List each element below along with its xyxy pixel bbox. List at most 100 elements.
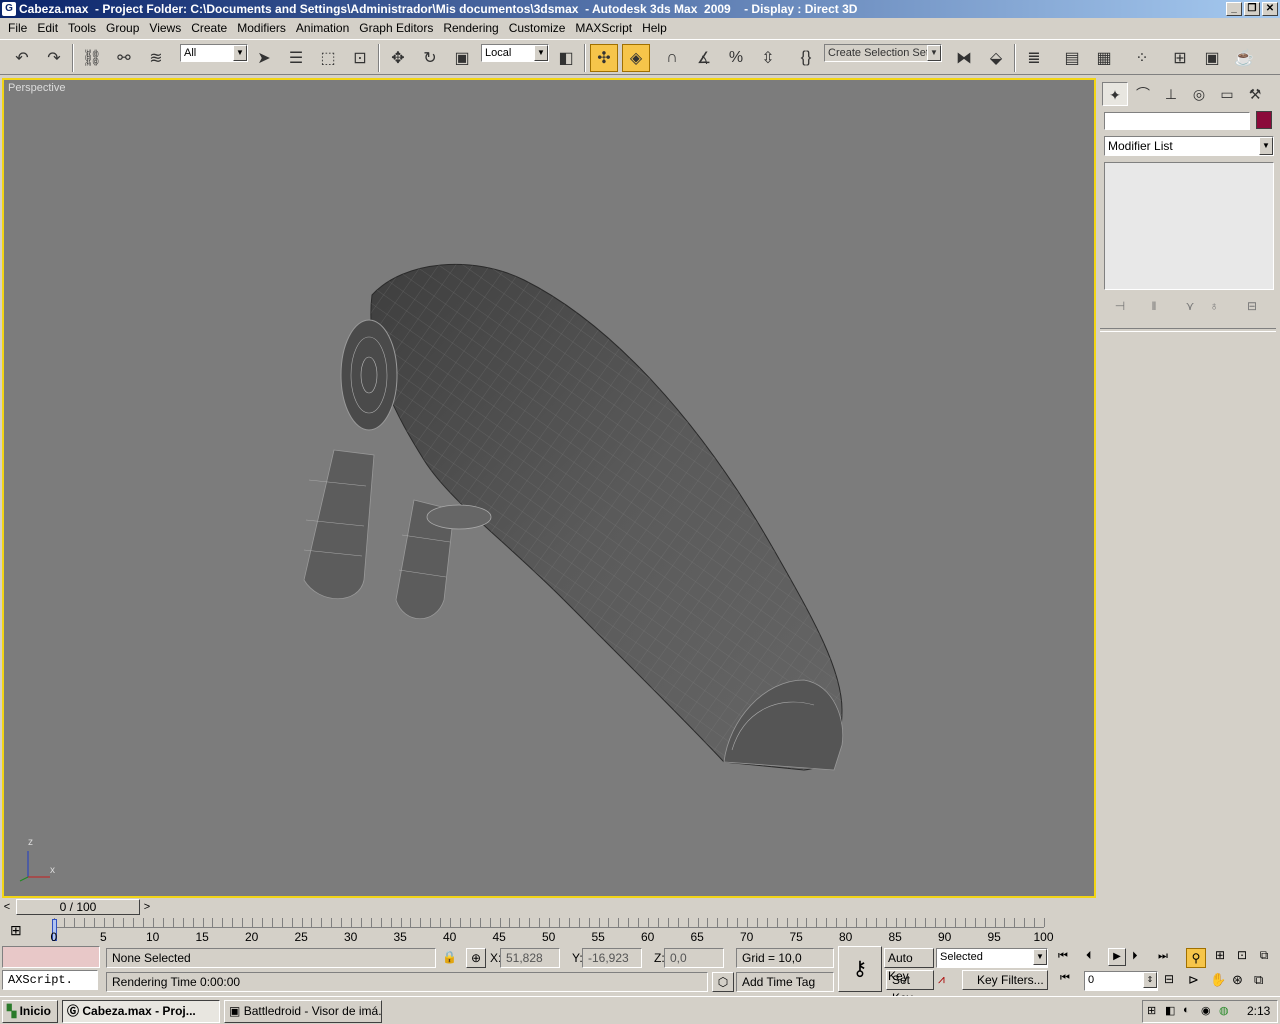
angle-snap-icon[interactable]: ∡ [690, 44, 718, 72]
object-color-swatch[interactable] [1256, 111, 1272, 129]
menu-rendering[interactable]: Rendering [438, 19, 503, 38]
make-unique-icon[interactable]: ⋎ [1178, 296, 1202, 316]
select-and-move-icon[interactable]: ✥ [384, 44, 412, 72]
mirror-icon[interactable]: ⧓ [950, 44, 978, 72]
select-and-link-icon[interactable]: ⛓ [78, 44, 106, 72]
menu-maxscript[interactable]: MAXScript [570, 19, 637, 38]
object-name-field[interactable] [1104, 112, 1250, 130]
zoom-all-icon[interactable]: ⊞ [1210, 948, 1230, 968]
selection-filter-dropdown[interactable]: All ▼ [180, 44, 248, 62]
close-button[interactable]: ✕ [1262, 2, 1278, 16]
reference-coordinate-dropdown[interactable]: Local ▼ [481, 44, 549, 62]
align-icon[interactable]: ⬙ [982, 44, 1010, 72]
create-tab-icon[interactable]: ✦ [1102, 82, 1128, 106]
named-selection-sets-dropdown[interactable]: Create Selection Set ▼ [824, 44, 942, 62]
rectangular-selection-icon[interactable]: ⬚ [314, 44, 342, 72]
time-tag-icon[interactable]: ⬡ [712, 972, 734, 992]
pan-view-icon[interactable]: ✋ [1210, 972, 1226, 988]
zoom-extents-icon[interactable]: ⊡ [1232, 948, 1252, 968]
perspective-viewport[interactable]: Perspective z x [2, 78, 1096, 898]
network-icon[interactable]: ⊞ [1147, 1004, 1156, 1017]
previous-frame-icon[interactable]: ⏴ [1086, 950, 1092, 963]
menu-group[interactable]: Group [101, 19, 144, 38]
motion-tab-icon[interactable]: ◎ [1186, 82, 1212, 106]
edit-named-selection-icon[interactable]: {} [792, 44, 820, 72]
bind-to-space-warp-icon[interactable]: ≋ [142, 44, 170, 72]
zoom-extents-all-icon[interactable]: ⧉ [1254, 948, 1274, 968]
modifier-list-dropdown[interactable]: Modifier List ▼ [1104, 136, 1274, 156]
field-of-view-icon[interactable]: ⊳ [1188, 972, 1199, 988]
rendered-frame-window-icon[interactable]: ▣ [1198, 44, 1226, 72]
default-in-out-tangent-icon[interactable]: ⩘ [938, 972, 945, 987]
track-bar[interactable]: ⊞ 0 5 10 15 20 25 30 35 40 45 50 55 60 65 70 75 80 85 90 95… [0, 918, 1098, 944]
x-coordinate-field[interactable]: 51,828 [500, 948, 560, 968]
use-pivot-center-icon[interactable]: ◧ [552, 44, 580, 72]
percent-snap-icon[interactable]: % [722, 44, 750, 72]
set-keys-key-icon[interactable]: ⚷ [838, 946, 882, 992]
menu-modifiers[interactable]: Modifiers [232, 19, 291, 38]
hierarchy-tab-icon[interactable]: ⊥ [1158, 82, 1184, 106]
zoom-icon[interactable]: ⚲ [1186, 948, 1206, 968]
window-crossing-icon[interactable]: ⊡ [346, 44, 374, 72]
menu-help[interactable]: Help [637, 19, 672, 38]
render-setup-icon[interactable]: ⊞ [1166, 44, 1194, 72]
menu-file[interactable]: File [3, 19, 32, 38]
select-and-rotate-icon[interactable]: ↻ [416, 44, 444, 72]
restore-button[interactable]: ❐ [1244, 2, 1260, 16]
modifier-stack[interactable] [1104, 162, 1274, 290]
add-time-tag-field[interactable]: Add Time Tag [736, 972, 834, 992]
curve-editor-icon[interactable]: ▤ [1058, 44, 1086, 72]
key-mode-toggle-icon[interactable]: ⏮ [1060, 972, 1070, 985]
time-slider[interactable]: < 0 / 100 > [0, 899, 158, 916]
taskbar-item-3dsmax[interactable]: Ⓖ Cabeza.max - Proj... [62, 1000, 220, 1023]
z-coordinate-field[interactable]: 0,0 [664, 948, 724, 968]
redo-icon[interactable]: ↷ [40, 44, 68, 72]
spinner-snap-icon[interactable]: ⇳ [754, 44, 782, 72]
time-configuration-icon[interactable]: ⊟ [1164, 972, 1174, 986]
open-mini-curve-editor-icon[interactable]: ⊞ [10, 922, 22, 939]
schematic-view-icon[interactable]: ▦ [1090, 44, 1118, 72]
set-key-button[interactable]: Set Key [886, 970, 934, 1005]
absolute-mode-icon[interactable]: ⊕ [466, 948, 486, 968]
taskbar-item-image-viewer[interactable]: ▣ Battledroid - Visor de imá... [224, 1000, 382, 1023]
layer-manager-icon[interactable]: ≣ [1020, 44, 1048, 72]
time-slider-thumb[interactable]: 0 / 100 [16, 899, 140, 915]
volume-icon[interactable]: ◐ [1183, 1004, 1190, 1016]
select-object-icon[interactable]: ➤ [250, 44, 278, 72]
antivirus-icon[interactable]: ◍ [1219, 1004, 1229, 1017]
quick-render-icon[interactable]: ☕ [1230, 44, 1258, 72]
configure-modifier-sets-icon[interactable]: ⊟ [1240, 296, 1264, 316]
maxscript-input[interactable]: AXScript. [2, 970, 98, 990]
undo-icon[interactable]: ↶ [8, 44, 36, 72]
next-frame-icon[interactable]: ⏵ [1132, 950, 1138, 963]
show-end-result-icon[interactable]: ‖ [1142, 296, 1166, 316]
utilities-tab-icon[interactable]: ⚒ [1242, 82, 1268, 106]
key-filters-button[interactable]: Key Filters... [962, 970, 1048, 990]
menu-customize[interactable]: Customize [504, 19, 571, 38]
menu-edit[interactable]: Edit [32, 19, 63, 38]
keyboard-shortcut-override-icon[interactable]: ◈ [622, 44, 650, 72]
menu-tools[interactable]: Tools [63, 19, 101, 38]
pin-stack-icon[interactable]: ⊣ [1108, 296, 1132, 316]
modify-tab-icon[interactable]: ⌒ [1130, 82, 1156, 106]
y-coordinate-field[interactable]: -16,923 [582, 948, 642, 968]
menu-views[interactable]: Views [144, 19, 186, 38]
menu-animation[interactable]: Animation [291, 19, 354, 38]
tray-app-icon[interactable]: ◧ [1165, 1004, 1175, 1017]
security-icon[interactable]: ◉ [1201, 1004, 1211, 1017]
snaps-toggle-icon[interactable]: ∩ [658, 44, 686, 72]
lock-selection-icon[interactable]: 🔒 [442, 950, 457, 964]
unlink-selection-icon[interactable]: ⚯ [110, 44, 138, 72]
maximize-viewport-icon[interactable]: ⧉ [1254, 972, 1263, 988]
maxscript-listener-mini[interactable] [2, 946, 100, 968]
auto-key-button[interactable]: Auto Key [884, 948, 934, 983]
menu-graph-editors[interactable]: Graph Editors [354, 19, 438, 38]
go-to-start-icon[interactable]: ⏮ [1058, 950, 1068, 963]
menu-create[interactable]: Create [186, 19, 232, 38]
go-to-end-icon[interactable]: ⏭ [1158, 950, 1168, 963]
display-tab-icon[interactable]: ▭ [1214, 82, 1240, 106]
minimize-button[interactable]: _ [1226, 2, 1242, 16]
material-editor-icon[interactable]: ⁘ [1128, 44, 1156, 72]
droid-head-model[interactable] [4, 80, 1094, 896]
play-animation-icon[interactable]: ▶ [1108, 948, 1126, 966]
